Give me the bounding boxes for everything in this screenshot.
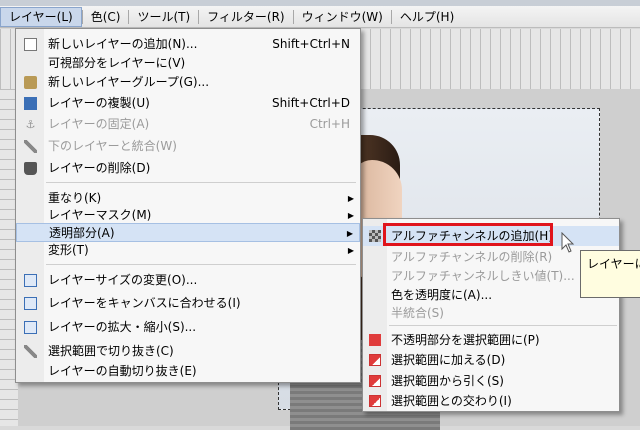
menu-item-label: 新しいレイヤーグループ(G)... [48, 75, 210, 89]
selection-add-icon [369, 354, 381, 366]
selection-intersect-icon [369, 395, 381, 407]
menu-item-delete-layer[interactable]: レイヤーの削除(D) [16, 159, 360, 178]
menu-item-label: 選択範囲で切り抜き(C) [48, 344, 174, 358]
menu-item-crop-to-selection[interactable]: 選択範囲で切り抜き(C) [16, 342, 360, 361]
tooltip: レイヤーに [580, 250, 640, 298]
mouse-pointer-icon [561, 232, 575, 253]
menu-item-label: レイヤーの拡大・縮小(S)... [48, 320, 197, 334]
menu-item-crop-to-content[interactable]: レイヤーの自動切り抜き(E) [16, 362, 360, 381]
submenu-item-label: アルファチャンネルしきい値(T)... [391, 269, 575, 283]
menu-item-label: レイヤーの複製(U) [48, 96, 150, 110]
new-layer-icon [24, 38, 37, 51]
submenu-item-label: 不透明部分を選択範囲に(P) [391, 333, 540, 347]
menu-item-label: レイヤーの削除(D) [48, 161, 151, 175]
menu-item-new-layer[interactable]: 新しいレイヤーの追加(N)... Shift+Ctrl+N [16, 35, 360, 54]
trash-icon [24, 162, 37, 175]
menu-layer[interactable]: レイヤー(L) [0, 6, 82, 27]
menu-separator [46, 182, 356, 183]
menu-item-duplicate-layer[interactable]: レイヤーの複製(U) Shift+Ctrl+D [16, 94, 360, 113]
fit-canvas-icon [24, 297, 37, 310]
submenu-item-alpha-to-selection[interactable]: 不透明部分を選択範囲に(P) [363, 330, 619, 350]
menu-item-label: レイヤーの固定(A) [48, 117, 150, 131]
submenu-item-label: 色を透明度に(A)... [391, 288, 493, 302]
menu-item-scale-layer[interactable]: レイヤーの拡大・縮小(S)... [16, 318, 360, 337]
menu-item-label: レイヤーサイズの変更(O)... [48, 273, 198, 287]
menu-item-anchor-layer[interactable]: ⚓ レイヤーの固定(A) Ctrl+H [16, 115, 360, 134]
submenu-item-intersect-selection[interactable]: 選択範囲との交わり(I) [363, 391, 619, 411]
menu-item-label: 下のレイヤーと統合(W) [48, 139, 177, 153]
selection-subtract-icon [369, 375, 381, 387]
transparency-submenu: アルファチャンネルの追加(H) アルファチャンネルの削除(R) アルファチャンネ… [362, 218, 620, 412]
menu-item-shortcut: Shift+Ctrl+N [272, 37, 350, 51]
submenu-arrow-icon: ▶ [347, 246, 354, 255]
anchor-icon: ⚓ [25, 118, 36, 131]
menu-item-visible-to-layer[interactable]: 可視部分をレイヤーに(V) [16, 54, 360, 73]
menu-separator [46, 264, 356, 265]
menu-item-transparency[interactable]: 透明部分(A) ▶ [16, 223, 360, 242]
submenu-item-label: 選択範囲に加える(D) [391, 353, 506, 367]
menu-item-layer-to-image-size[interactable]: レイヤーをキャンバスに合わせる(I) [16, 294, 360, 313]
submenu-item-add-to-selection[interactable]: 選択範囲に加える(D) [363, 350, 619, 370]
menu-item-label: レイヤーをキャンバスに合わせる(I) [48, 296, 241, 310]
scale-icon [24, 321, 37, 334]
menu-item-new-layer-group[interactable]: 新しいレイヤーグループ(G)... [16, 73, 360, 92]
highlight-callout-box [383, 223, 553, 246]
submenu-item-label: 選択範囲から引く(S) [391, 374, 504, 388]
menu-item-shortcut: Ctrl+H [309, 117, 350, 131]
menu-help[interactable]: ヘルプ(H) [392, 7, 462, 27]
layer-menu: 新しいレイヤーの追加(N)... Shift+Ctrl+N 可視部分をレイヤーに… [15, 28, 361, 383]
merge-icon [24, 140, 37, 153]
folder-icon [24, 76, 37, 89]
checker-icon [369, 230, 381, 242]
duplicate-icon [24, 97, 37, 110]
submenu-item-label: 選択範囲との交わり(I) [391, 394, 512, 408]
selection-icon [369, 334, 381, 346]
menu-filters[interactable]: フィルター(R) [199, 7, 292, 27]
submenu-item-label: アルファチャンネルの削除(R) [391, 250, 553, 264]
menu-color[interactable]: 色(C) [83, 7, 129, 27]
menubar: レイヤー(L) 色(C) ツール(T) フィルター(R) ウィンドウ(W) ヘル… [0, 6, 640, 28]
menu-item-label: 新しいレイヤーの追加(N)... [48, 37, 198, 51]
tooltip-text: レイヤーに [587, 257, 640, 271]
submenu-item-subtract-from-selection[interactable]: 選択範囲から引く(S) [363, 371, 619, 391]
submenu-separator [389, 325, 617, 326]
menu-item-shortcut: Shift+Ctrl+D [272, 96, 350, 110]
menu-item-merge-down[interactable]: 下のレイヤーと統合(W) [16, 137, 360, 156]
menu-item-label: 変形(T) [48, 243, 89, 257]
menu-item-label: レイヤーの自動切り抜き(E) [48, 364, 197, 378]
menu-item-layer-boundary-size[interactable]: レイヤーサイズの変更(O)... [16, 271, 360, 290]
menu-item-transform[interactable]: 変形(T) ▶ [16, 241, 360, 260]
crop-icon [24, 345, 37, 358]
resize-icon [24, 274, 37, 287]
submenu-item-semi-flatten[interactable]: 半統合(S) [363, 303, 619, 323]
submenu-item-label: 半統合(S) [391, 306, 444, 320]
menu-window[interactable]: ウィンドウ(W) [294, 7, 391, 27]
menu-tools[interactable]: ツール(T) [129, 7, 198, 27]
menu-item-label: 可視部分をレイヤーに(V) [48, 56, 186, 70]
